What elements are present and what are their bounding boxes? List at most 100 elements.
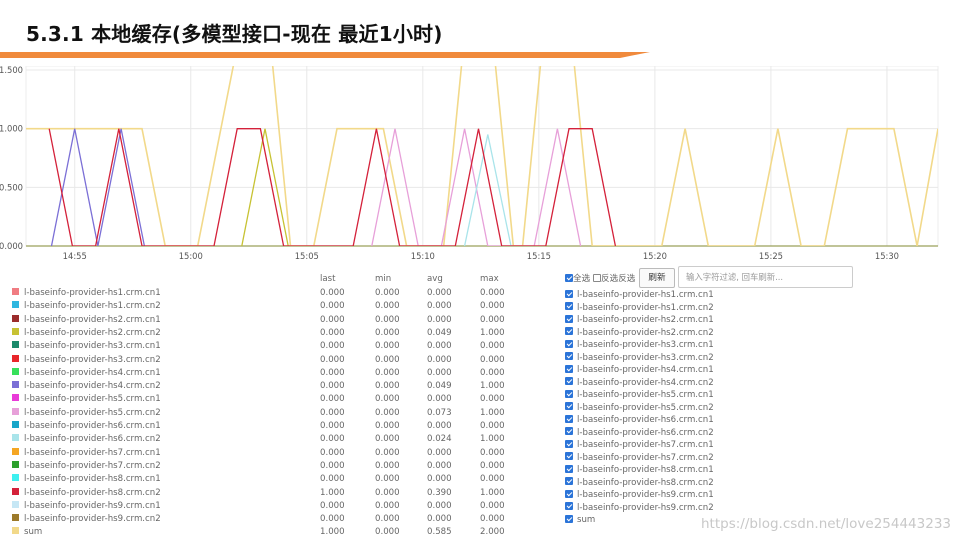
invert-checkbox[interactable] xyxy=(593,273,601,282)
legend-row[interactable]: #36e05a l-baseinfo-provider-hs4.crm.cn1 0.… xyxy=(10,367,530,381)
value-last: 0.000 xyxy=(320,354,345,365)
series-toggle-item[interactable]: l-baseinfo-provider-hs1.crm.cn1 xyxy=(565,289,714,303)
legend-row[interactable]: #7b6fd6 l-baseinfo-provider-hs4.crm.cn2 0.… xyxy=(10,381,530,394)
value-max: 0.000 xyxy=(480,314,505,325)
series-color-swatch: #f2d98a xyxy=(12,527,19,535)
legend-row[interactable]: #d4213a l-baseinfo-provider-hs8.crm.cn2 1.… xyxy=(10,487,530,501)
series-toggle-item[interactable]: l-baseinfo-provider-hs4.crm.cn2 xyxy=(565,377,714,391)
series-toggle-item[interactable]: l-baseinfo-provider-hs6.crm.cn2 xyxy=(565,427,714,441)
value-last: 0.000 xyxy=(320,460,345,471)
series-toggle-item[interactable]: l-baseinfo-provider-hs3.crm.cn1 xyxy=(565,339,714,353)
series-checkbox[interactable] xyxy=(565,302,573,310)
series-toggle-item[interactable]: l-baseinfo-provider-hs9.crm.cn1 xyxy=(565,489,714,503)
series-toggle-label: l-baseinfo-provider-hs8.crm.cn2 xyxy=(577,477,714,488)
series-toggle-item[interactable]: l-baseinfo-provider-hs9.crm.cn2 xyxy=(565,502,714,516)
series-toggle-item[interactable]: l-baseinfo-provider-hs2.crm.cn1 xyxy=(565,314,714,328)
series-toggle-item[interactable]: l-baseinfo-provider-hs6.crm.cn1 xyxy=(565,414,714,428)
value-max: 1.000 xyxy=(480,327,505,338)
series-toggle-label: l-baseinfo-provider-hs1.crm.cn1 xyxy=(577,290,714,300)
series-toggle-label: l-baseinfo-provider-hs5.crm.cn1 xyxy=(577,390,714,400)
y-tick-label: 0.000 xyxy=(0,241,23,251)
series-toggle-label: l-baseinfo-provider-hs3.crm.cn2 xyxy=(577,352,714,363)
series-checkbox[interactable] xyxy=(565,364,573,373)
value-max: 1.000 xyxy=(480,434,505,445)
legend-row[interactable]: #3ef0f0 l-baseinfo-provider-hs8.crm.cn1 0.… xyxy=(10,474,530,487)
series-toggle-item[interactable]: l-baseinfo-provider-hs3.crm.cn2 xyxy=(565,352,714,366)
series-toggle-item[interactable]: l-baseinfo-provider-hs4.crm.cn1 xyxy=(565,364,714,378)
invert-toggle[interactable]: 反选反选 xyxy=(593,272,635,284)
value-avg: 0.000 xyxy=(427,447,452,458)
legend-row[interactable]: #a9e4ea l-baseinfo-provider-hs6.crm.cn2 0.… xyxy=(10,434,530,447)
value-min: 0.000 xyxy=(375,487,400,498)
refresh-button[interactable]: 刷新 xyxy=(639,268,675,288)
series-toggle-item[interactable]: l-baseinfo-provider-hs5.crm.cn1 xyxy=(565,389,714,403)
series-color-swatch: #2ca02c xyxy=(12,460,19,468)
series-name: l-baseinfo-provider-hs8.crm.cn2 xyxy=(24,487,161,498)
legend-row[interactable]: #c6e7f5 l-baseinfo-provider-hs9.crm.cn1 0.… xyxy=(10,500,530,514)
select-all-checkbox[interactable] xyxy=(565,273,573,282)
series-color-swatch: #d4213a xyxy=(12,487,19,495)
legend-row[interactable]: #c7c233 l-baseinfo-provider-hs2.crm.cn2 0.… xyxy=(10,327,530,341)
value-avg: 0.000 xyxy=(427,367,452,378)
value-avg: 0.000 xyxy=(427,460,452,471)
series-checkbox[interactable] xyxy=(565,439,573,448)
value-max: 1.000 xyxy=(480,487,505,498)
watermark: https://blog.csdn.net/love254443233 xyxy=(700,516,951,532)
value-min: 0.000 xyxy=(375,394,400,405)
series-checkbox[interactable] xyxy=(565,314,573,323)
legend-row[interactable]: #2ca02c l-baseinfo-provider-hs7.crm.cn2 0.… xyxy=(10,460,530,474)
value-min: 0.000 xyxy=(375,381,400,392)
series-toggle-item[interactable]: l-baseinfo-provider-hs8.crm.cn1 xyxy=(565,464,714,478)
series-checkbox[interactable] xyxy=(565,402,573,410)
legend-row[interactable]: #f2d98a sum 1.000 0.000 0.585 2.000 xyxy=(10,527,530,540)
series-checkbox[interactable] xyxy=(565,464,573,473)
series-checkbox[interactable] xyxy=(565,377,573,385)
series-checkbox[interactable] xyxy=(565,289,573,298)
legend-row[interactable]: #1b8a6b l-baseinfo-provider-hs3.crm.cn1 0.… xyxy=(10,341,530,354)
legend-row[interactable]: #e8262a l-baseinfo-provider-hs3.crm.cn2 0.… xyxy=(10,354,530,368)
series-checkbox[interactable] xyxy=(565,414,573,423)
series-name: l-baseinfo-provider-hs5.crm.cn1 xyxy=(24,394,161,405)
series-checkbox[interactable] xyxy=(565,427,573,435)
value-last: 0.000 xyxy=(320,327,345,338)
series-color-swatch: #f07c82 xyxy=(12,288,19,295)
header-min: min xyxy=(375,274,392,284)
legend-row[interactable]: #f07c82 l-baseinfo-provider-hs1.crm.cn1 0.… xyxy=(10,288,530,301)
series-toggle-item[interactable]: l-baseinfo-provider-hs7.crm.cn2 xyxy=(565,452,714,466)
filter-input[interactable]: 输入字符过滤, 回车刷新... xyxy=(678,266,853,288)
series-name: l-baseinfo-provider-hs6.crm.cn2 xyxy=(24,434,161,445)
legend-row[interactable]: #18a6c9 l-baseinfo-provider-hs6.crm.cn1 0.… xyxy=(10,421,530,434)
series-checkbox[interactable] xyxy=(565,352,573,360)
series-color-swatch: #e8262a xyxy=(12,354,19,362)
series-checkbox[interactable] xyxy=(565,502,573,510)
series-toggle-label: l-baseinfo-provider-hs5.crm.cn2 xyxy=(577,402,714,413)
legend-row[interactable]: #f5a623 l-baseinfo-provider-hs7.crm.cn1 0.… xyxy=(10,447,530,461)
legend-row[interactable]: #9c7a2a l-baseinfo-provider-hs9.crm.cn2 0.… xyxy=(10,514,530,527)
series-checkbox[interactable] xyxy=(565,489,573,498)
legend-row[interactable]: #9b2c2c l-baseinfo-provider-hs2.crm.cn1 0.… xyxy=(10,314,530,328)
value-last: 0.000 xyxy=(320,421,345,431)
value-avg: 0.000 xyxy=(427,474,452,485)
series-checkbox[interactable] xyxy=(565,339,573,348)
series-toggle-item[interactable]: l-baseinfo-provider-hs1.crm.cn2 xyxy=(565,302,714,316)
series-checkbox[interactable] xyxy=(565,477,573,485)
series-toggle-item[interactable]: sum xyxy=(565,514,595,528)
series-checkbox[interactable] xyxy=(565,327,573,335)
series-name: l-baseinfo-provider-hs1.crm.cn1 xyxy=(24,288,161,298)
value-max: 0.000 xyxy=(480,367,505,378)
series-checkbox[interactable] xyxy=(565,452,573,460)
series-toggle-item[interactable]: l-baseinfo-provider-hs5.crm.cn2 xyxy=(565,402,714,416)
series-toggle-item[interactable]: l-baseinfo-provider-hs8.crm.cn2 xyxy=(565,477,714,491)
select-all-toggle[interactable]: 全选 xyxy=(565,272,590,284)
legend-row[interactable]: #2fb7e0 l-baseinfo-provider-hs1.crm.cn2 0.… xyxy=(10,301,530,314)
value-avg: 0.000 xyxy=(427,301,452,312)
legend-row[interactable]: #e7a0d9 l-baseinfo-provider-hs5.crm.cn2 0.… xyxy=(10,407,530,421)
header-last: last xyxy=(320,274,336,284)
series-toggle-item[interactable]: l-baseinfo-provider-hs2.crm.cn2 xyxy=(565,327,714,341)
legend-row[interactable]: #e93ad8 l-baseinfo-provider-hs5.crm.cn1 0.… xyxy=(10,394,530,407)
series-toggle-label: l-baseinfo-provider-hs6.crm.cn2 xyxy=(577,427,714,438)
value-min: 0.000 xyxy=(375,341,400,352)
series-toggle-item[interactable]: l-baseinfo-provider-hs7.crm.cn1 xyxy=(565,439,714,453)
series-checkbox[interactable] xyxy=(565,514,573,523)
series-checkbox[interactable] xyxy=(565,389,573,398)
